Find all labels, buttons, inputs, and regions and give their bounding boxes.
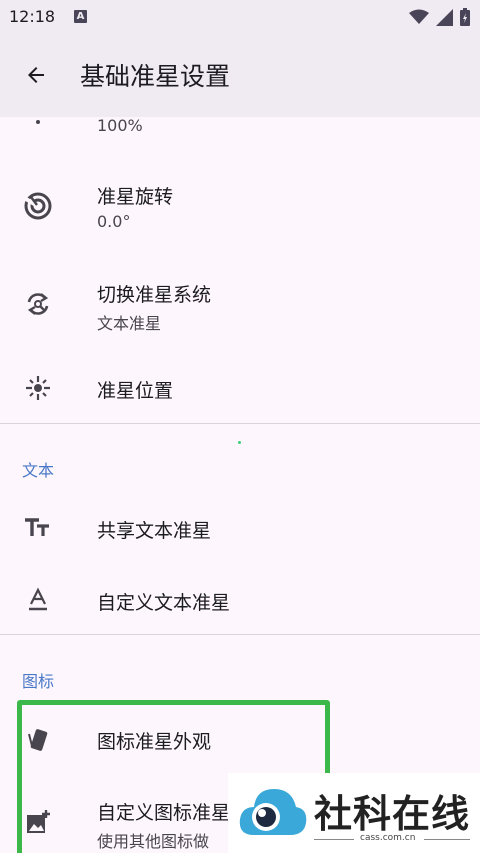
- section-header-text: 文本: [22, 461, 55, 480]
- app-bar: 基础准星设置: [0, 33, 480, 117]
- list-item-custom-text[interactable]: 自定义文本准星: [0, 572, 480, 628]
- watermark-domain: cass.com.cn: [360, 833, 416, 843]
- page-title: 基础准星设置: [80, 62, 231, 91]
- scroll-indicator: [238, 441, 241, 444]
- position-icon: [22, 372, 54, 404]
- list-item-shared-text[interactable]: 共享文本准星: [0, 500, 480, 556]
- list-item-switch-system[interactable]: 切换准星系统 文本准星: [0, 268, 480, 342]
- text-format-icon: [22, 584, 54, 616]
- arrow-back-icon: [28, 67, 44, 83]
- list-item-title: 准星旋转: [97, 186, 174, 208]
- list-item-title: 共享文本准星: [97, 520, 212, 542]
- list-item-title: 切换准星系统: [97, 284, 212, 306]
- cloud-logo-icon: [239, 789, 307, 835]
- section-header-icon: 图标: [22, 672, 55, 691]
- battery-icon: [460, 8, 470, 26]
- watermark-line: [314, 839, 354, 840]
- list-item-subtitle: 0.0°: [97, 212, 131, 231]
- signal-icon: [436, 8, 453, 26]
- list-item-title: 自定义文本准星: [97, 592, 231, 614]
- watermark-text: 社科在线: [314, 791, 471, 836]
- text-size-icon: [22, 512, 54, 544]
- list-item-subtitle: 文本准星: [97, 314, 162, 333]
- rotate-icon: [22, 190, 54, 222]
- watermark-line: [424, 839, 470, 840]
- watermark: 社科在线 cass.com.cn: [228, 773, 480, 853]
- list-item-title: 准星位置: [97, 380, 174, 402]
- notification-a-icon: A: [74, 10, 87, 23]
- list-item-subtitle: 100%: [97, 116, 143, 135]
- list-item-position[interactable]: 准星位置: [0, 360, 480, 416]
- status-icons: [409, 7, 470, 27]
- divider: [0, 423, 480, 424]
- status-time: 12:18: [9, 7, 56, 26]
- switch-icon: [22, 288, 54, 320]
- back-button[interactable]: [18, 57, 54, 93]
- list-item-rotation[interactable]: 准星旋转 0.0°: [0, 170, 480, 244]
- status-bar: 12:18 A: [0, 0, 480, 33]
- wifi-icon: [409, 9, 429, 24]
- list-item-partial[interactable]: 100%: [0, 116, 480, 157]
- divider: [0, 634, 480, 635]
- partial-icon: [36, 120, 40, 124]
